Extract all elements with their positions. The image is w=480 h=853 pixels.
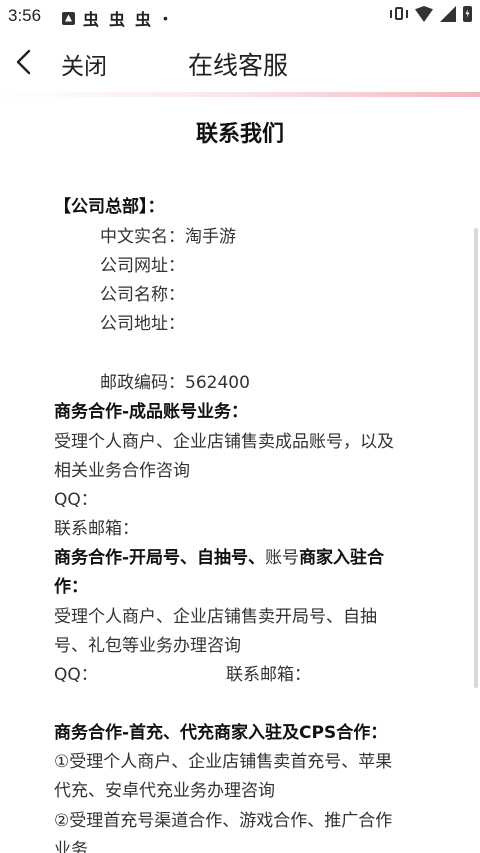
status-time: 3:56 — [8, 6, 42, 25]
scrollbar[interactable] — [474, 228, 478, 688]
field-label: 公司名称： — [100, 285, 185, 305]
heading-part: 账号 — [265, 548, 300, 568]
field-label: 公司网址： — [100, 256, 185, 276]
notification-a-icon — [62, 11, 75, 25]
section2-email-label: 联系邮箱： — [226, 665, 311, 685]
section3-body-line: 业务 — [54, 840, 88, 853]
vibrate-icon — [390, 6, 408, 22]
webview-content[interactable]: 联系我们 【公司总部】： 中文实名：淘手游 公司网址： 公司名称： 公司地址： … — [0, 98, 480, 853]
section3-body-line: 代充、安卓代充业务办理咨询 — [54, 781, 275, 801]
wifi-icon — [415, 6, 433, 22]
section1-email-label: 联系邮箱： — [54, 519, 139, 539]
hq-field-postcode: 邮政编码：562400 — [100, 368, 250, 393]
field-value: 淘手游 — [185, 227, 236, 247]
dot-icon: • — [163, 10, 168, 26]
section3-body-line: ①受理个人商户、企业店铺售卖首充号、苹果 — [54, 752, 393, 772]
heading-part: 商务合作-开局号、自抽号、 — [54, 548, 266, 568]
hq-field-website: 公司网址： — [100, 251, 185, 276]
battery-charging-icon — [463, 6, 472, 22]
chevron-left-icon[interactable] — [10, 47, 38, 77]
hq-field-company: 公司名称： — [100, 280, 185, 305]
signal-icon — [440, 6, 456, 22]
field-label: 公司地址： — [100, 314, 185, 334]
section3-heading: 商务合作-首充、代充商家入驻及CPS合作： — [54, 723, 388, 743]
system-icons — [390, 6, 472, 22]
status-bar: 3:56 虫 虫 虫 • — [0, 0, 480, 34]
section1-body-line: 相关业务合作咨询 — [54, 461, 190, 481]
doc-title: 联系我们 — [195, 122, 284, 147]
bug-icon: 虫 — [108, 12, 125, 29]
page-title: 在线客服 — [188, 51, 289, 80]
hq-heading: 【公司总部】： — [54, 197, 165, 217]
hq-field-name: 中文实名：淘手游 — [100, 222, 236, 247]
notification-icons: 虫 虫 虫 • — [62, 6, 168, 30]
section1-heading: 商务合作-成品账号业务： — [54, 402, 249, 422]
hq-field-address: 公司地址： — [100, 309, 185, 334]
close-button[interactable]: 关闭 — [61, 47, 107, 81]
section2-heading-cont: 作： — [54, 577, 88, 597]
field-label: 邮政编码： — [100, 373, 185, 393]
field-value: 562400 — [185, 373, 250, 393]
section1-qq-label: QQ： — [54, 490, 98, 510]
section1-body-line: 受理个人商户、企业店铺售卖成品账号，以及 — [54, 432, 394, 452]
field-label: 中文实名： — [100, 227, 185, 247]
section2-qq-label: QQ： — [54, 665, 98, 685]
section3-body-line: ②受理首充号渠道合作、游戏合作、推广合作 — [54, 811, 393, 831]
section2-heading: 商务合作-开局号、自抽号、账号商家入驻合 — [54, 543, 384, 568]
nav-divider — [0, 92, 480, 97]
heading-part: 商家入驻合 — [299, 548, 385, 568]
bug-icon: 虫 — [134, 12, 151, 29]
nav-bar: 关闭 在线客服 — [0, 34, 480, 92]
section2-body-line: 受理个人商户、企业店铺售卖开局号、自抽 — [54, 607, 377, 627]
bug-icon: 虫 — [82, 12, 99, 29]
section2-body-line: 号、礼包等业务办理咨询 — [54, 636, 241, 656]
